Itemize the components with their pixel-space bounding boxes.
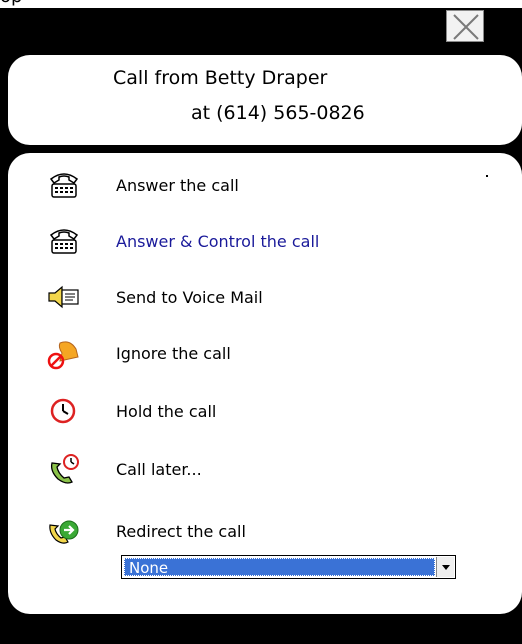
call-later-item[interactable]: Call later... [46,451,446,487]
redirect-phone-icon [49,520,79,544]
close-button[interactable] [446,10,484,42]
clock-hold-icon [50,398,76,424]
dropdown-button[interactable] [436,557,454,577]
hold-call-item[interactable]: Hold the call [46,393,446,429]
answer-control-call-label: Answer & Control the call [116,231,320,251]
caller-info-panel: Call from Betty Draper at (614) 565-0826 [8,55,522,145]
hold-call-label: Hold the call [116,401,217,421]
answer-control-call-item[interactable]: Answer & Control the call [46,223,446,259]
ignore-call-item[interactable]: Ignore the call [46,335,446,371]
answer-call-item[interactable]: Answer the call [46,167,446,203]
ignore-bell-icon [47,341,79,370]
ignore-call-label: Ignore the call [116,343,231,363]
top-label: op [0,0,22,8]
send-voicemail-item[interactable]: Send to Voice Mail [46,279,446,315]
redirect-target-value: None [124,558,435,577]
redirect-call-label: Redirect the call [116,521,246,541]
call-later-label: Call later... [116,459,202,479]
close-icon [453,14,479,40]
telephone-control-icon [49,229,79,254]
phone-clock-icon [50,454,79,484]
stray-dot [486,175,488,177]
call-actions-panel: Answer the call Answer & Control the cal… [8,153,522,614]
redirect-call-item[interactable]: Redirect the call [46,513,446,549]
answer-call-label: Answer the call [116,175,239,195]
caller-number-line: at (614) 565-0826 [191,102,365,124]
chevron-down-icon [442,565,450,570]
voicemail-speaker-icon [48,285,79,309]
telephone-icon [49,173,79,198]
caller-name-line: Call from Betty Draper [113,67,328,89]
send-voicemail-label: Send to Voice Mail [116,287,263,307]
redirect-target-select[interactable]: None [121,555,456,579]
